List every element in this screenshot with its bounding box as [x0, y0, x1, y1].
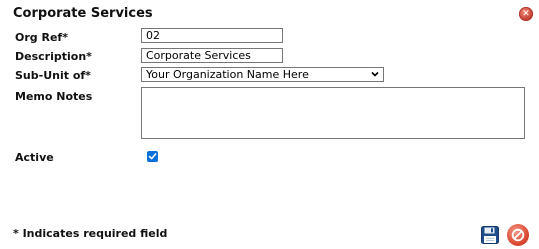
memo-notes-label: Memo Notes: [15, 90, 93, 103]
description-label: Description*: [15, 50, 92, 63]
required-field-note: * Indicates required field: [13, 227, 168, 240]
sub-unit-label: Sub-Unit of*: [15, 69, 91, 82]
active-label: Active: [15, 151, 54, 164]
memo-notes-textarea[interactable]: [141, 87, 525, 139]
dialog: Corporate Services ✕ Org Ref* Descriptio…: [0, 0, 539, 249]
org-ref-input[interactable]: [141, 28, 283, 43]
active-checkbox[interactable]: [147, 151, 158, 162]
floppy-disk-icon: [481, 226, 499, 244]
org-ref-label: Org Ref*: [15, 31, 68, 44]
close-icon[interactable]: ✕: [519, 7, 533, 21]
save-button[interactable]: [481, 226, 499, 244]
chevron-down-icon: [371, 71, 379, 77]
checkmark-icon: [148, 153, 157, 160]
cancel-button[interactable]: [507, 224, 529, 246]
description-input[interactable]: [141, 48, 283, 63]
dialog-title: Corporate Services: [13, 6, 153, 21]
sub-unit-selected-value: Your Organization Name Here: [146, 68, 309, 81]
sub-unit-select[interactable]: Your Organization Name Here: [141, 67, 384, 82]
cancel-icon: [511, 228, 525, 242]
